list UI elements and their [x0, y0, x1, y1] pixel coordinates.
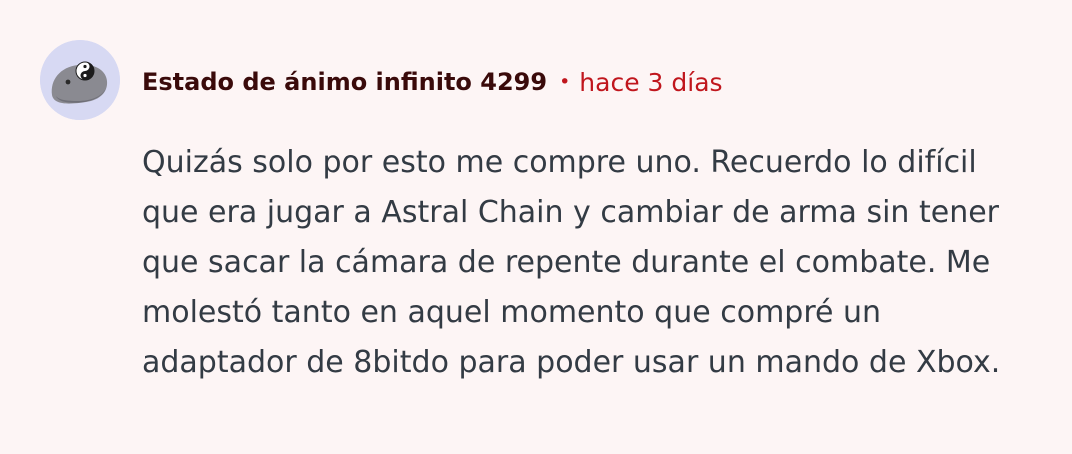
comment: Estado de ánimo infinito 4299 • hace 3 d…	[0, 0, 1072, 454]
comment-timestamp[interactable]: hace 3 días	[579, 68, 722, 97]
separator-dot: •	[559, 71, 571, 93]
comment-header: Estado de ánimo infinito 4299 • hace 3 d…	[142, 64, 723, 100]
author-name[interactable]: Estado de ánimo infinito 4299	[142, 68, 547, 96]
avatar-icon	[40, 40, 120, 120]
comment-text: Quizás solo por esto me compre uno. Recu…	[142, 145, 1001, 380]
avatar[interactable]	[40, 40, 120, 120]
